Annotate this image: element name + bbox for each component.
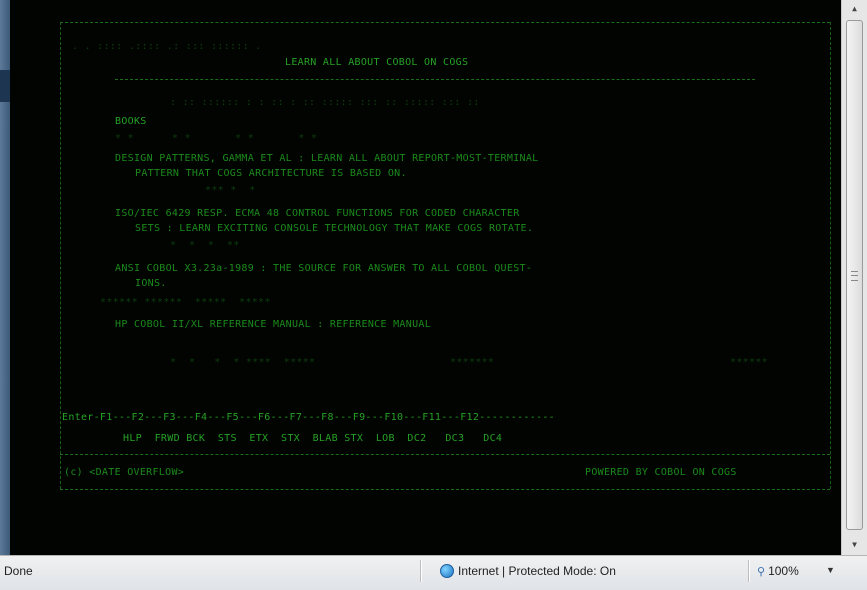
terminal-top-border xyxy=(60,22,830,23)
function-key-labels: HLP FRWD BCK STS ETX STX BLAB STX LOB DC… xyxy=(123,433,503,444)
terminal-bottom-border xyxy=(60,489,830,490)
book-entry-hp-cobol: HP COBOL II/XL REFERENCE MANUAL : REFERE… xyxy=(115,319,432,330)
title-underline xyxy=(115,79,755,80)
zoom-dropdown-icon[interactable]: ▼ xyxy=(826,565,835,575)
book-entry-iso-6429: ISO/IEC 6429 RESP. ECMA 48 CONTROL FUNCT… xyxy=(115,208,520,219)
security-zone[interactable]: Internet | Protected Mode: On xyxy=(440,564,616,578)
books-heading: BOOKS xyxy=(115,116,147,127)
vertical-scrollbar[interactable]: ▲ ▼ xyxy=(841,0,867,555)
scroll-up-icon[interactable]: ▲ xyxy=(842,0,867,17)
status-separator xyxy=(420,560,422,582)
book-entry-ansi-cobol-cont: IONS. xyxy=(135,278,167,289)
book-entry-design-patterns-cont: PATTERN THAT COGS ARCHITECTURE IS BASED … xyxy=(135,168,407,179)
noise-line: ****** xyxy=(730,357,768,368)
noise-line: . . :::: .:::: .: ::: :::::: . xyxy=(72,41,262,52)
security-zone-label: Internet | Protected Mode: On xyxy=(458,564,616,578)
browser-viewport: . . :::: .:::: .: ::: :::::: . LEARN ALL… xyxy=(10,0,841,555)
window-frame-notch xyxy=(0,70,10,102)
book-entry-ansi-cobol: ANSI COBOL X3.23a-1989 : THE SOURCE FOR … xyxy=(115,263,533,274)
terminal-screen: . . :::: .:::: .: ::: :::::: . LEARN ALL… xyxy=(60,5,831,505)
function-keys-row: Enter-F1---F2---F3---F4---F5---F6---F7--… xyxy=(62,412,555,423)
footer-divider xyxy=(60,454,830,455)
book-entry-iso-6429-cont: SETS : LEARN EXCITING CONSOLE TECHNOLOGY… xyxy=(135,223,534,234)
zoom-control[interactable]: ⚲ 100% xyxy=(757,564,799,578)
magnifier-icon: ⚲ xyxy=(757,565,766,578)
noise-line: *** * * xyxy=(205,185,256,196)
status-bar: Done Internet | Protected Mode: On ⚲ 100… xyxy=(0,555,867,590)
scrollbar-thumb[interactable] xyxy=(846,20,863,530)
globe-icon xyxy=(440,564,454,578)
status-separator xyxy=(748,560,750,582)
book-entry-design-patterns: DESIGN PATTERNS, GAMMA ET AL : LEARN ALL… xyxy=(115,153,539,164)
terminal-right-border xyxy=(830,22,831,489)
footer-powered-by: POWERED BY COBOL ON COGS xyxy=(585,467,737,478)
noise-line: : :: :::::: : : :: : :: ::::: ::: :: :::… xyxy=(170,97,480,108)
status-text: Done xyxy=(4,564,33,578)
zoom-level: 100% xyxy=(768,564,799,578)
noise-line: * * * * **** ***** xyxy=(170,357,316,368)
terminal-title: LEARN ALL ABOUT COBOL ON COGS xyxy=(285,57,469,68)
noise-line: ******* xyxy=(450,357,495,368)
noise-line: * * * * * * * * xyxy=(115,133,318,144)
noise-line: ****** ****** ***** ***** xyxy=(100,297,271,308)
noise-line: * * * ** xyxy=(170,240,240,251)
scrollbar-grip-icon xyxy=(851,271,858,281)
footer-copyright: (c) <DATE OVERFLOW> xyxy=(64,467,185,478)
scroll-down-icon[interactable]: ▼ xyxy=(842,536,867,553)
terminal-left-border xyxy=(60,22,61,489)
